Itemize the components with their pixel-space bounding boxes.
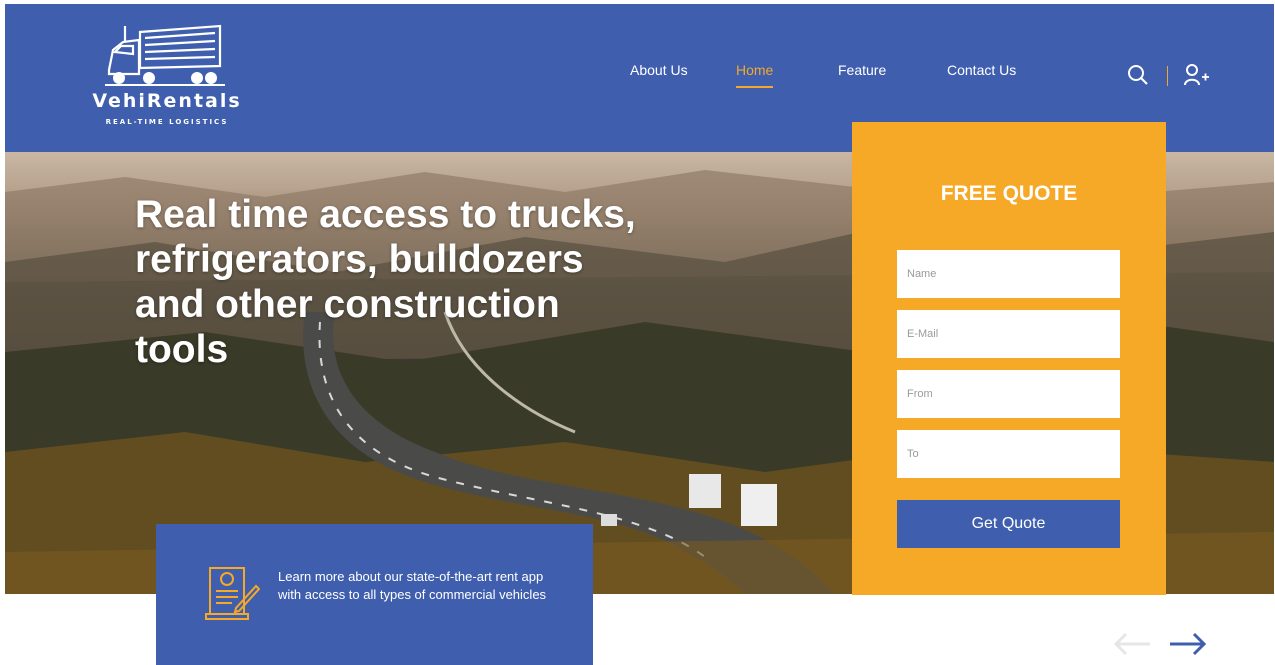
- name-field[interactable]: [897, 250, 1120, 298]
- hero-headline: Real time access to trucks, refrigerator…: [135, 193, 636, 371]
- icon-separator: [1167, 66, 1168, 86]
- get-quote-button[interactable]: Get Quote: [897, 500, 1120, 548]
- info-card[interactable]: Learn more about our state-of-the-art re…: [156, 524, 593, 665]
- nav-item-contact-us[interactable]: Contact Us: [947, 62, 1016, 78]
- brand-logo[interactable]: VehiRentals REAL-TIME LOGISTICS: [77, 18, 257, 138]
- quote-form-title: FREE QUOTE: [940, 182, 1078, 205]
- truck-logo-icon: [105, 24, 225, 86]
- brand-name: VehiRentals: [92, 90, 242, 112]
- nav-item-home[interactable]: Home: [736, 62, 774, 88]
- from-field[interactable]: [897, 370, 1120, 418]
- arrow-right-icon[interactable]: [1168, 632, 1208, 656]
- search-icon[interactable]: [1127, 64, 1149, 86]
- email-field[interactable]: [897, 310, 1120, 358]
- nav-item-about-us[interactable]: About Us: [630, 62, 688, 78]
- arrow-left-icon[interactable]: [1112, 632, 1152, 656]
- page-frame: VehiRentals REAL-TIME LOGISTICS About Us…: [0, 0, 1275, 665]
- info-card-text: Learn more about our state-of-the-art re…: [278, 569, 547, 602]
- to-field[interactable]: [897, 430, 1120, 478]
- document-icon: [205, 567, 260, 620]
- nav-item-feature[interactable]: Feature: [838, 62, 886, 78]
- free-quote-form: FREE QUOTE Get Quote: [852, 122, 1166, 595]
- user-add-icon[interactable]: [1183, 63, 1211, 87]
- brand-tagline: REAL-TIME LOGISTICS: [105, 118, 229, 126]
